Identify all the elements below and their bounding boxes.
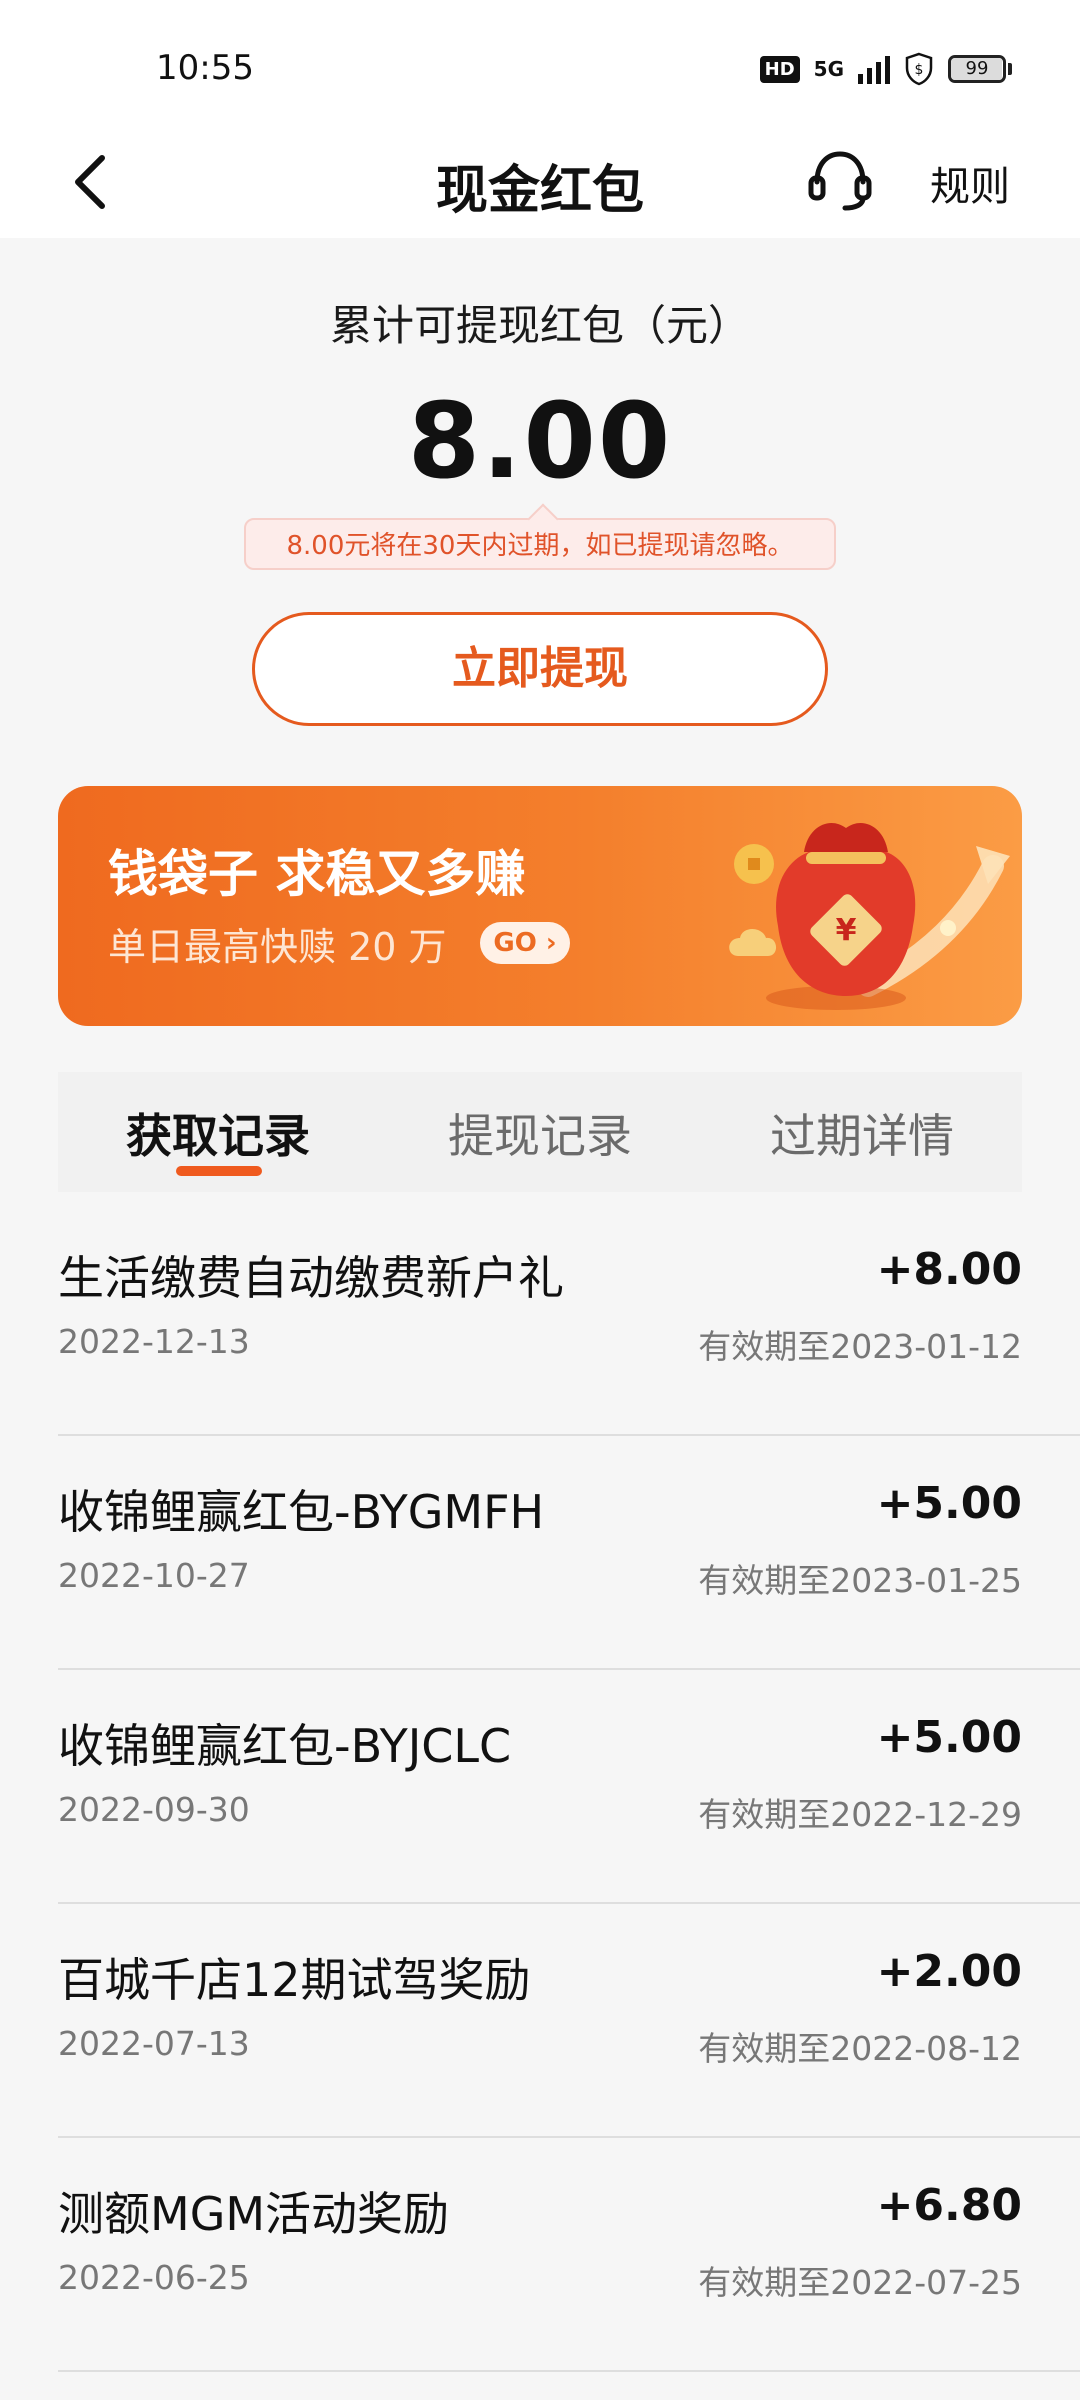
battery-level: 99 [965,58,989,79]
page-title: 现金红包 [435,161,644,221]
record-amount: +5.00 [876,1712,1022,1763]
balance-amount: 8.00 [407,380,673,502]
svg-text:¥: ¥ [836,913,857,948]
list-item[interactable]: 生活缴费自动缴费新户礼 +8.00 2022-12-13 有效期至2023-01… [0,1202,1080,1436]
hd-icon: HD [759,55,800,83]
shield-dollar-icon: $ [905,52,933,86]
divider [58,2370,1080,2372]
status-time: 10:55 [156,48,254,88]
record-expiry: 有效期至2022-12-29 [698,1795,1022,1834]
battery-icon: 99 [948,55,1012,83]
list-item[interactable]: 百城千店12期试驾奖励 +2.00 2022-07-13 有效期至2022-08… [0,1904,1080,2138]
tab-withdraw-records[interactable]: 提现记录 [448,1100,632,1166]
record-expiry: 有效期至2023-01-12 [698,1327,1022,1366]
banner-title: 钱袋子 求稳又多赚 [108,845,526,903]
balance-label: 累计可提现红包（元） [329,301,750,350]
svg-text:$: $ [915,62,924,78]
money-bag-icon: ¥ [729,822,1010,1010]
record-amount: +8.00 [876,1244,1022,1295]
record-title: 百城千店12期试驾奖励 [58,1953,531,2007]
record-date: 2022-06-25 [58,2258,250,2297]
record-title: 生活缴费自动缴费新户礼 [58,1251,564,1305]
record-amount: +6.80 [876,2180,1022,2231]
record-date: 2022-10-27 [58,1556,250,1595]
records-list: 生活缴费自动缴费新户礼 +8.00 2022-12-13 有效期至2023-01… [0,1202,1080,2372]
record-date: 2022-07-13 [58,2024,250,2063]
record-expiry: 有效期至2022-08-12 [698,2029,1022,2068]
record-tabs: 获取记录 提现记录 过期详情 [58,1072,1022,1192]
tab-earned-records[interactable]: 获取记录 [126,1100,310,1166]
customer-service-button[interactable] [800,140,880,220]
record-date: 2022-12-13 [58,1322,250,1361]
active-tab-indicator [176,1166,262,1176]
banner-go-button[interactable]: GO › [480,922,570,964]
status-icons: HD 5G $ 99 [759,52,1012,86]
list-item[interactable]: 收锦鲤赢红包-BYGMFH +5.00 2022-10-27 有效期至2023-… [0,1436,1080,1670]
record-amount: +2.00 [876,1946,1022,1997]
signal-icon [858,54,890,84]
network-5g-icon: 5G [813,57,844,81]
record-title: 收锦鲤赢红包-BYJCLC [58,1719,512,1773]
rules-link[interactable]: 规则 [930,154,1010,212]
list-item[interactable]: 收锦鲤赢红包-BYJCLC +5.00 2022-09-30 有效期至2022-… [0,1670,1080,1904]
record-amount: +5.00 [876,1478,1022,1529]
withdraw-button[interactable]: 立即提现 [252,612,828,726]
record-date: 2022-09-30 [58,1790,250,1829]
expire-tip: 8.00元将在30天内过期，如已提现请忽略。 [244,518,836,570]
list-item[interactable]: 测额MGM活动奖励 +6.80 2022-06-25 有效期至2022-07-2… [0,2138,1080,2372]
status-bar: 10:55 HD 5G $ 99 [0,0,1080,130]
promo-banner[interactable]: 钱袋子 求稳又多赚 单日最高快赎 20 万 GO › ¥ [58,786,1022,1026]
banner-subtitle: 单日最高快赎 20 万 [108,925,447,969]
record-title: 收锦鲤赢红包-BYGMFH [58,1485,545,1539]
nav-bar: 现金红包 规则 [0,130,1080,238]
record-title: 测额MGM活动奖励 [58,2187,450,2241]
headset-icon [808,151,872,211]
tab-expired-details[interactable]: 过期详情 [770,1100,954,1166]
record-expiry: 有效期至2023-01-25 [698,1561,1022,1600]
record-expiry: 有效期至2022-07-25 [698,2263,1022,2302]
